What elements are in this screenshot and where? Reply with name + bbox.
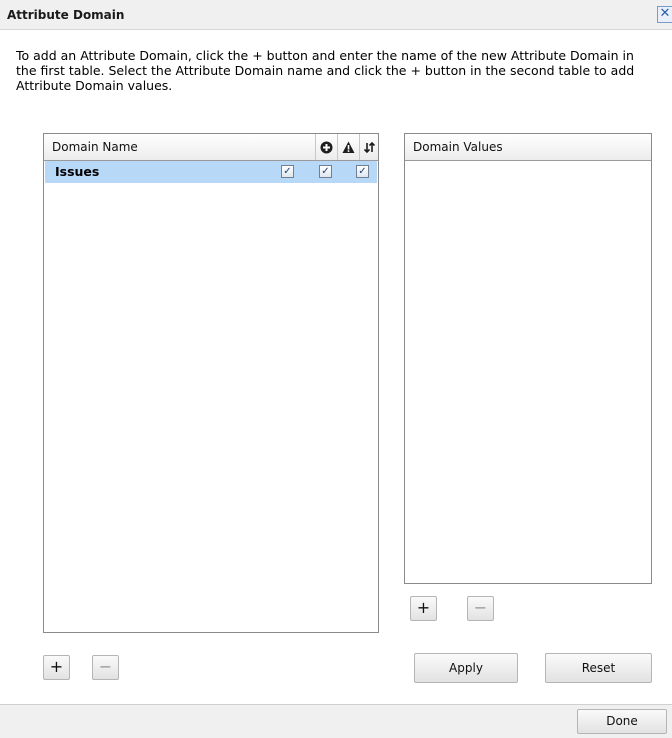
reset-button[interactable]: Reset bbox=[545, 653, 652, 683]
remove-domain-button[interactable]: − bbox=[92, 655, 119, 680]
done-button[interactable]: Done bbox=[577, 709, 667, 734]
column-header-add[interactable] bbox=[315, 134, 337, 160]
values-table-header: Domain Values bbox=[405, 134, 651, 161]
domain-name-table[interactable]: Domain Name Issues ✓ ✓ ✓ bbox=[43, 133, 379, 633]
instructions-text: To add an Attribute Domain, click the + … bbox=[16, 48, 635, 93]
sort-arrows-icon bbox=[363, 141, 376, 154]
checkbox-warning[interactable]: ✓ bbox=[319, 165, 332, 178]
domain-name-cell[interactable]: Issues bbox=[55, 164, 99, 179]
close-icon: ✕ bbox=[659, 6, 671, 21]
checkbox-add[interactable]: ✓ bbox=[281, 165, 294, 178]
remove-value-button[interactable]: − bbox=[467, 596, 494, 621]
dialog-title: Attribute Domain bbox=[7, 8, 125, 22]
column-header-domain-name[interactable]: Domain Name bbox=[52, 134, 272, 160]
table-row[interactable]: Issues ✓ ✓ ✓ bbox=[45, 161, 377, 183]
warning-icon bbox=[342, 141, 355, 153]
checkbox-sort[interactable]: ✓ bbox=[356, 165, 369, 178]
close-button[interactable]: ✕ bbox=[657, 6, 672, 23]
domain-values-table[interactable]: Domain Values bbox=[404, 133, 652, 584]
column-header-domain-values[interactable]: Domain Values bbox=[413, 134, 643, 160]
add-circle-icon bbox=[320, 141, 333, 154]
dialog-footer: Done bbox=[0, 704, 672, 738]
domain-table-header: Domain Name bbox=[44, 134, 378, 161]
apply-button[interactable]: Apply bbox=[414, 653, 518, 683]
add-domain-button[interactable]: + bbox=[43, 655, 70, 680]
column-header-warning[interactable] bbox=[337, 134, 359, 160]
dialog-titlebar: Attribute Domain ✕ bbox=[0, 0, 672, 30]
column-header-sort[interactable] bbox=[359, 134, 379, 160]
add-value-button[interactable]: + bbox=[410, 596, 437, 621]
